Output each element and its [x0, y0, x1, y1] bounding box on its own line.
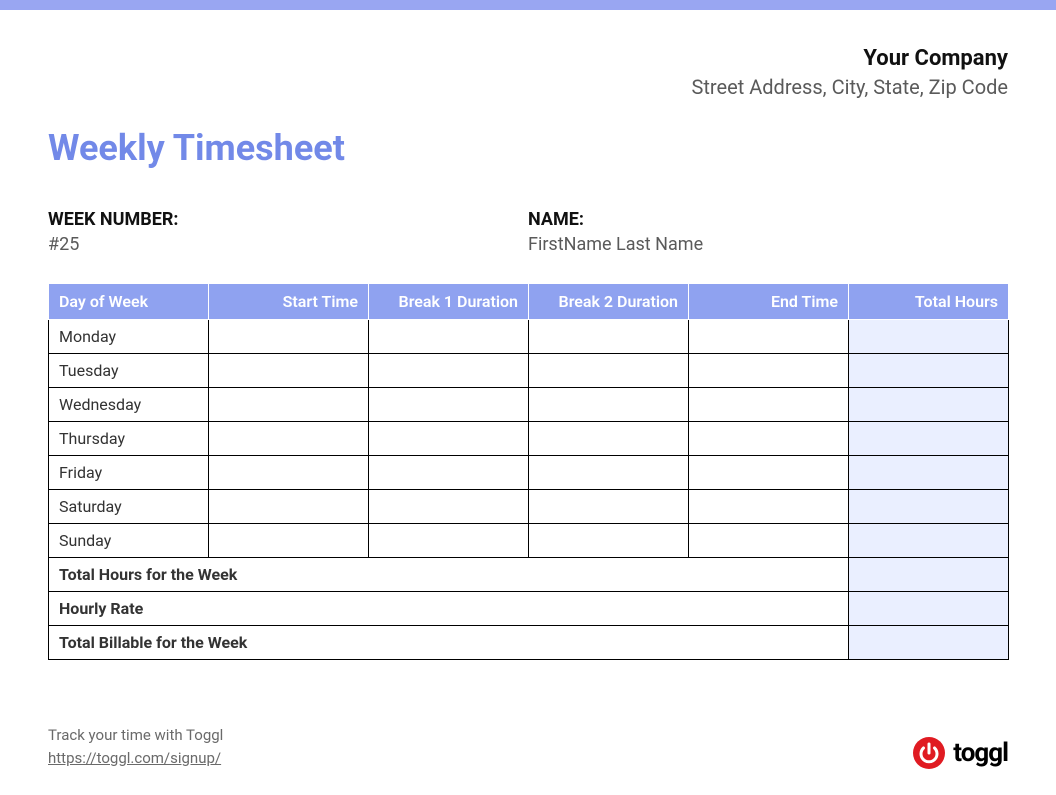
end-cell[interactable]	[689, 490, 849, 524]
break1-cell[interactable]	[369, 490, 529, 524]
end-cell[interactable]	[689, 422, 849, 456]
day-cell: Tuesday	[49, 354, 209, 388]
day-cell: Friday	[49, 456, 209, 490]
day-cell: Monday	[49, 320, 209, 354]
end-cell[interactable]	[689, 524, 849, 558]
day-cell: Saturday	[49, 490, 209, 524]
break2-cell[interactable]	[529, 490, 689, 524]
break2-cell[interactable]	[529, 388, 689, 422]
header-start: Start Time	[209, 284, 369, 320]
start-cell[interactable]	[209, 388, 369, 422]
day-cell: Thursday	[49, 422, 209, 456]
total-cell	[849, 524, 1009, 558]
table-row: Sunday	[49, 524, 1009, 558]
name-label: NAME:	[528, 209, 1008, 230]
total-cell	[849, 320, 1009, 354]
company-address: Street Address, City, State, Zip Code	[48, 75, 1008, 99]
start-cell[interactable]	[209, 456, 369, 490]
top-accent-bar	[0, 0, 1056, 10]
logo-text: toggl	[953, 738, 1008, 768]
start-cell[interactable]	[209, 354, 369, 388]
end-cell[interactable]	[689, 456, 849, 490]
break1-cell[interactable]	[369, 388, 529, 422]
total-cell	[849, 354, 1009, 388]
footer-tagline: Track your time with Toggl	[48, 724, 223, 747]
header-end: End Time	[689, 284, 849, 320]
table-row: Saturday	[49, 490, 1009, 524]
toggl-logo: toggl	[913, 737, 1008, 769]
break1-cell[interactable]	[369, 456, 529, 490]
total-cell	[849, 422, 1009, 456]
end-cell[interactable]	[689, 354, 849, 388]
table-row: Thursday	[49, 422, 1009, 456]
timesheet-table: Day of Week Start Time Break 1 Duration …	[48, 283, 1009, 660]
table-row: Monday	[49, 320, 1009, 354]
company-name: Your Company	[48, 46, 1008, 71]
total-cell	[849, 490, 1009, 524]
summary-row-hourly-rate: Hourly Rate	[49, 592, 1009, 626]
start-cell[interactable]	[209, 490, 369, 524]
total-billable-value	[849, 626, 1009, 660]
break1-cell[interactable]	[369, 320, 529, 354]
break1-cell[interactable]	[369, 422, 529, 456]
week-number-label: WEEK NUMBER:	[48, 209, 528, 230]
end-cell[interactable]	[689, 388, 849, 422]
total-billable-label: Total Billable for the Week	[49, 626, 849, 660]
break2-cell[interactable]	[529, 422, 689, 456]
break2-cell[interactable]	[529, 456, 689, 490]
hourly-rate-value[interactable]	[849, 592, 1009, 626]
company-info: Your Company Street Address, City, State…	[48, 46, 1008, 99]
table-row: Wednesday	[49, 388, 1009, 422]
total-cell	[849, 456, 1009, 490]
break2-cell[interactable]	[529, 524, 689, 558]
footer-left: Track your time with Toggl https://toggl…	[48, 724, 223, 769]
total-cell	[849, 388, 1009, 422]
break1-cell[interactable]	[369, 354, 529, 388]
hourly-rate-label: Hourly Rate	[49, 592, 849, 626]
table-header-row: Day of Week Start Time Break 1 Duration …	[49, 284, 1009, 320]
end-cell[interactable]	[689, 320, 849, 354]
header-break1: Break 1 Duration	[369, 284, 529, 320]
name-block: NAME: FirstName Last Name	[528, 209, 1008, 255]
power-icon	[913, 737, 945, 769]
header-break2: Break 2 Duration	[529, 284, 689, 320]
week-number-value: #25	[48, 234, 528, 255]
page-title: Weekly Timesheet	[48, 127, 1008, 169]
start-cell[interactable]	[209, 524, 369, 558]
footer: Track your time with Toggl https://toggl…	[48, 724, 1008, 769]
header-day: Day of Week	[49, 284, 209, 320]
summary-row-total-billable: Total Billable for the Week	[49, 626, 1009, 660]
table-row: Tuesday	[49, 354, 1009, 388]
name-value: FirstName Last Name	[528, 234, 1008, 255]
total-hours-value	[849, 558, 1009, 592]
day-cell: Wednesday	[49, 388, 209, 422]
week-number-block: WEEK NUMBER: #25	[48, 209, 528, 255]
start-cell[interactable]	[209, 422, 369, 456]
day-cell: Sunday	[49, 524, 209, 558]
start-cell[interactable]	[209, 320, 369, 354]
table-row: Friday	[49, 456, 1009, 490]
meta-row: WEEK NUMBER: #25 NAME: FirstName Last Na…	[48, 209, 1008, 255]
header-total: Total Hours	[849, 284, 1009, 320]
summary-row-total-hours: Total Hours for the Week	[49, 558, 1009, 592]
break1-cell[interactable]	[369, 524, 529, 558]
total-hours-label: Total Hours for the Week	[49, 558, 849, 592]
signup-link[interactable]: https://toggl.com/signup/	[48, 749, 221, 767]
break2-cell[interactable]	[529, 320, 689, 354]
break2-cell[interactable]	[529, 354, 689, 388]
